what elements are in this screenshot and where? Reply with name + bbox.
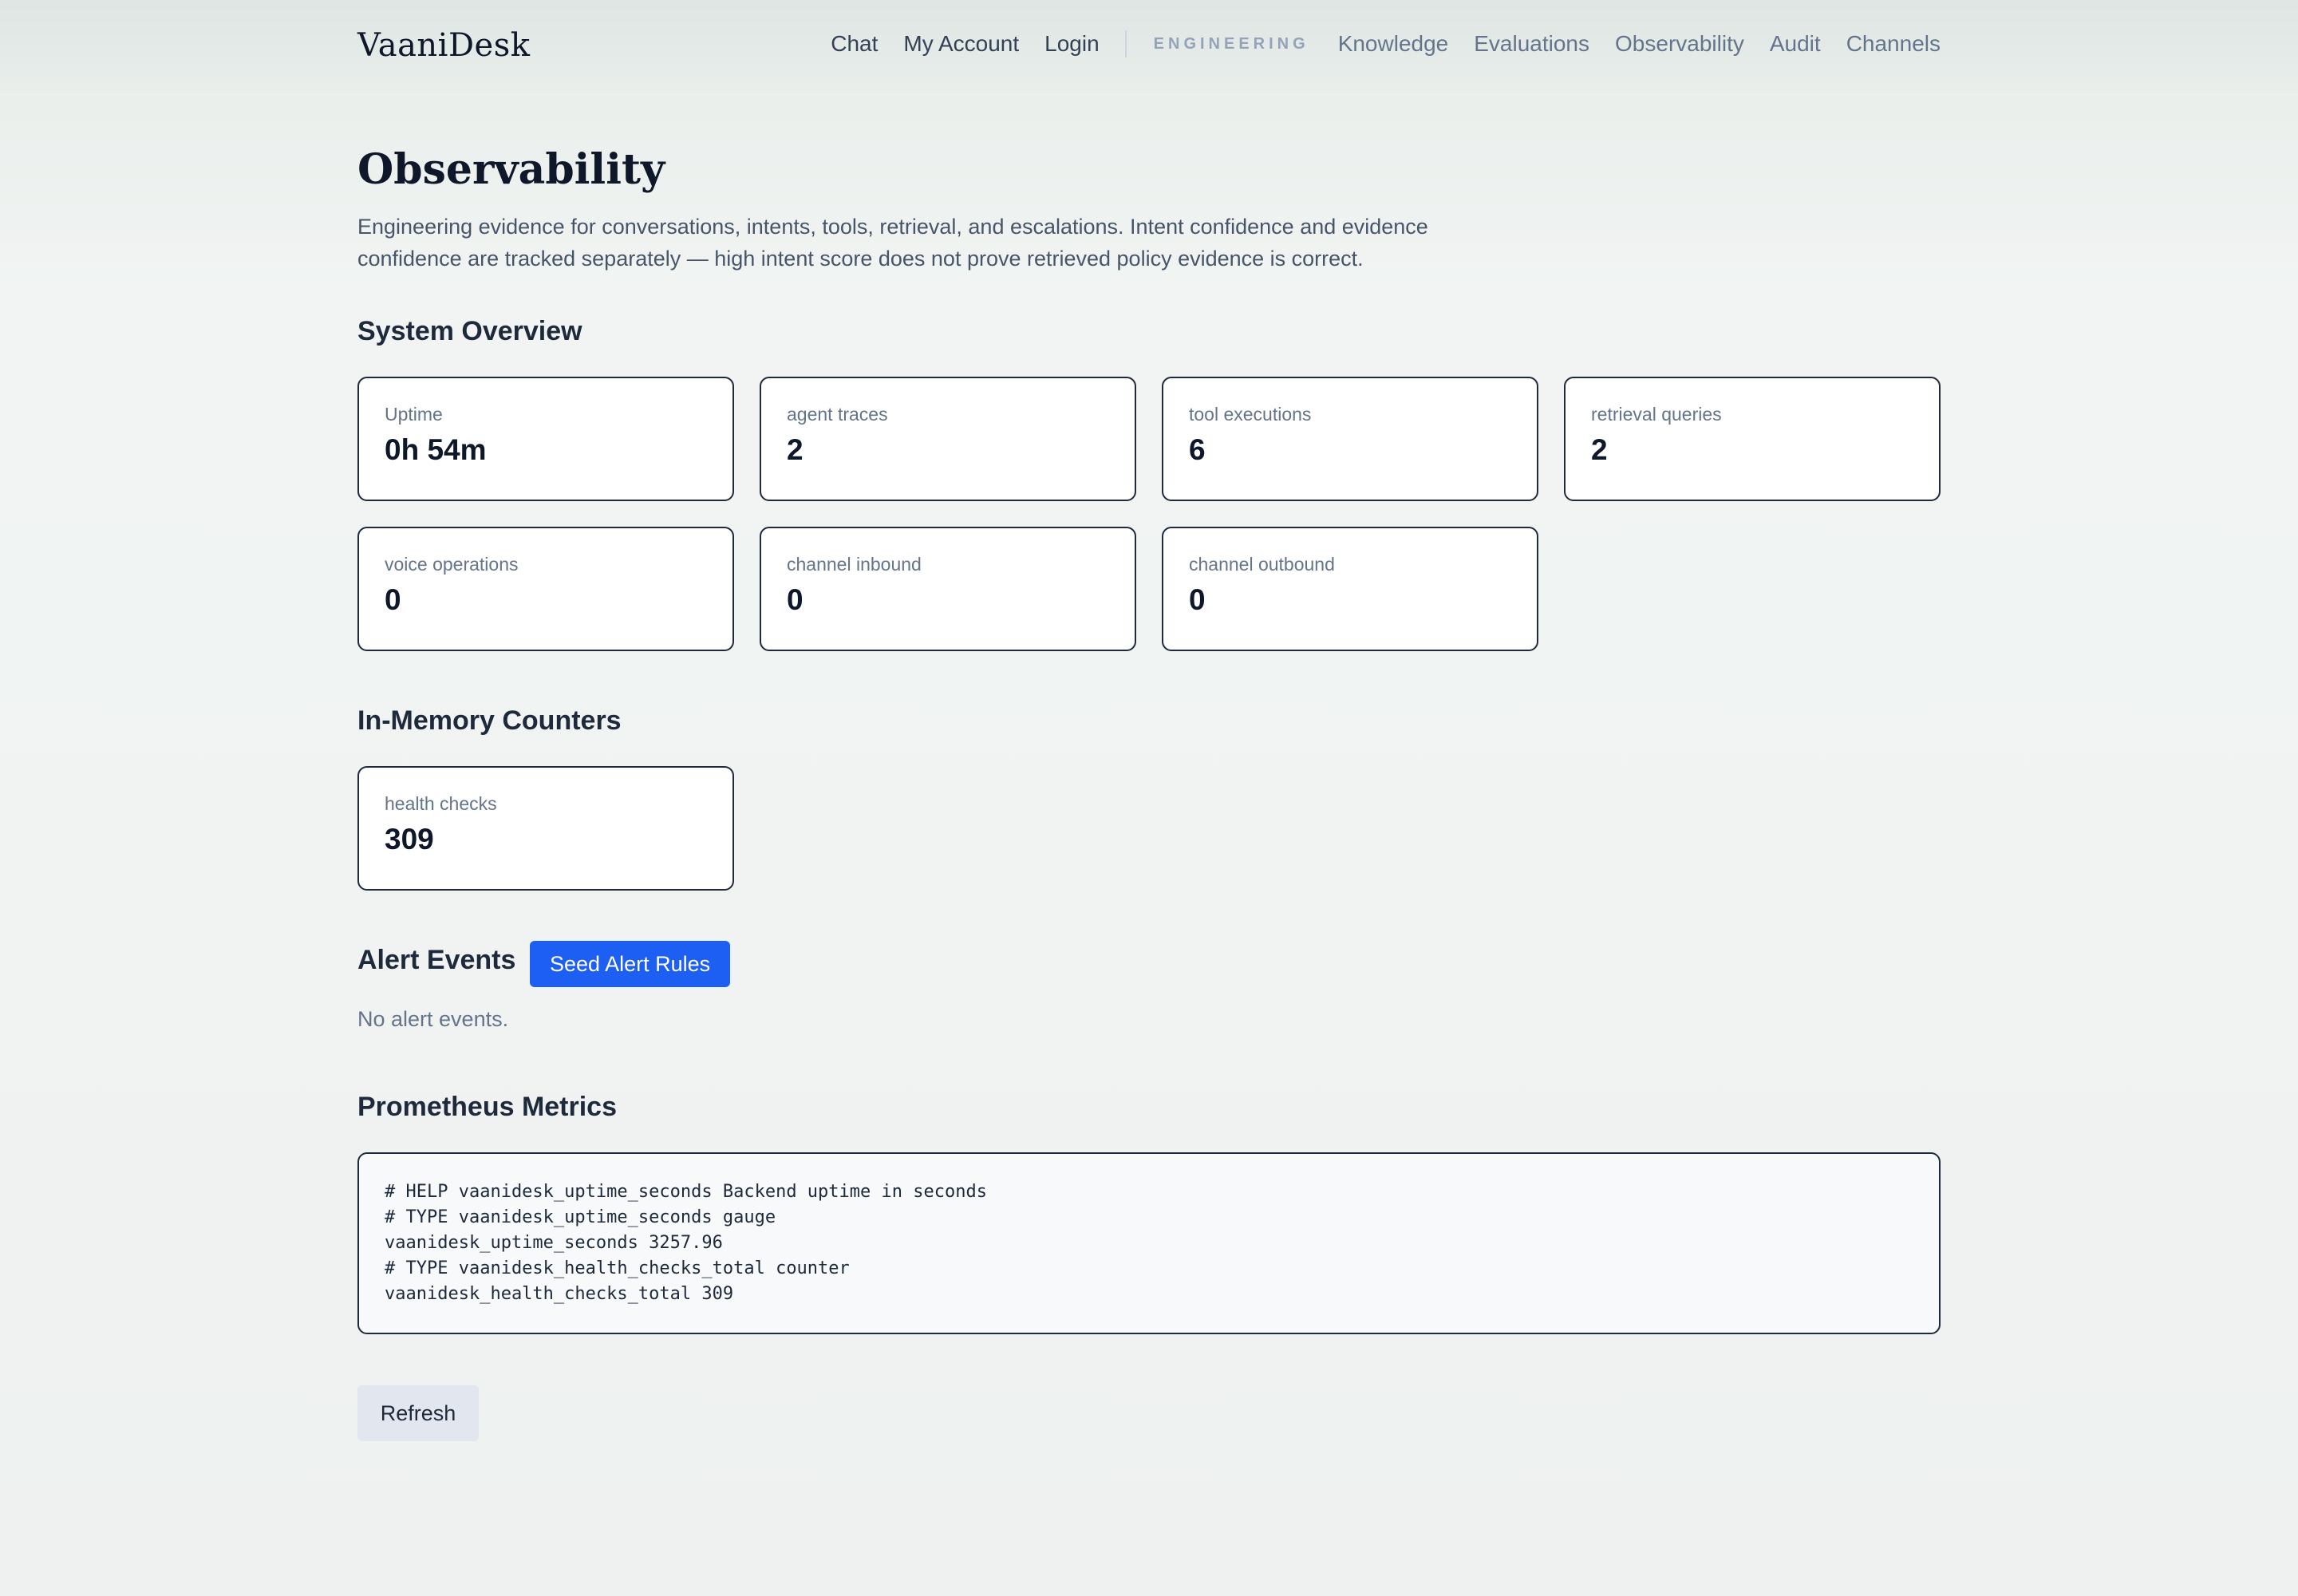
stat-value: 0 xyxy=(787,583,804,616)
stat-card-voice-operations: voice operations 0 xyxy=(357,527,734,651)
stat-card-channel-outbound: channel outbound 0 xyxy=(1162,527,1538,651)
stat-value: 2 xyxy=(1591,433,1608,466)
stat-label: retrieval queries xyxy=(1591,404,1722,425)
stat-value: 0 xyxy=(385,583,401,616)
stat-value: 6 xyxy=(1189,433,1206,466)
stat-label: health checks xyxy=(385,793,497,814)
prometheus-metrics-panel: # HELP vaanidesk_uptime_seconds Backend … xyxy=(357,1152,1941,1334)
stat-label: channel outbound xyxy=(1189,554,1335,575)
stat-label: tool executions xyxy=(1189,404,1312,425)
stat-value: 0 xyxy=(1189,583,1206,616)
refresh-button[interactable]: Refresh xyxy=(357,1385,479,1441)
prometheus-metrics-text: # HELP vaanidesk_uptime_seconds Backend … xyxy=(385,1182,987,1304)
seed-alert-rules-button[interactable]: Seed Alert Rules xyxy=(530,941,731,987)
page-description: Engineering evidence for conversations, … xyxy=(357,215,1428,271)
alert-events-heading: Alert Events xyxy=(357,945,516,975)
nav-knowledge[interactable]: Knowledge xyxy=(1338,31,1449,57)
stat-value: 0h 54m xyxy=(385,433,487,466)
nav-observability[interactable]: Observability xyxy=(1615,31,1744,57)
stat-label: voice operations xyxy=(385,554,519,575)
nav-divider xyxy=(1124,30,1127,57)
stat-card-health-checks: health checks 309 xyxy=(357,766,734,891)
nav-section-engineering: ENGINEERING xyxy=(1153,34,1309,53)
stat-card-channel-inbound: channel inbound 0 xyxy=(760,527,1136,651)
stat-card-tool-executions: tool executions 6 xyxy=(1162,377,1538,501)
stat-label: Uptime xyxy=(385,404,443,425)
system-overview-heading: System Overview xyxy=(357,316,582,346)
nav-channels[interactable]: Channels xyxy=(1846,31,1941,57)
nav-chat[interactable]: Chat xyxy=(831,31,878,57)
stat-label: channel inbound xyxy=(787,554,922,575)
stat-label: agent traces xyxy=(787,404,888,425)
prometheus-metrics-heading: Prometheus Metrics xyxy=(357,1092,617,1122)
stat-value: 309 xyxy=(385,823,434,855)
page-title: Observability xyxy=(357,145,665,194)
stat-card-retrieval-queries: retrieval queries 2 xyxy=(1564,377,1941,501)
nav-my-account[interactable]: My Account xyxy=(903,31,1019,57)
nav-login[interactable]: Login xyxy=(1044,31,1100,57)
stat-card-agent-traces: agent traces 2 xyxy=(760,377,1136,501)
nav-evaluations[interactable]: Evaluations xyxy=(1474,31,1589,57)
main-nav: Chat My Account Login ENGINEERING Knowle… xyxy=(831,30,1941,57)
stat-card-uptime: Uptime 0h 54m xyxy=(357,377,734,501)
stat-value: 2 xyxy=(787,433,804,466)
brand-logo[interactable]: VaaniDesk xyxy=(357,27,530,64)
no-alerts-text: No alert events. xyxy=(357,1007,509,1031)
nav-audit[interactable]: Audit xyxy=(1770,31,1821,57)
in-memory-counters-heading: In-Memory Counters xyxy=(357,705,622,736)
